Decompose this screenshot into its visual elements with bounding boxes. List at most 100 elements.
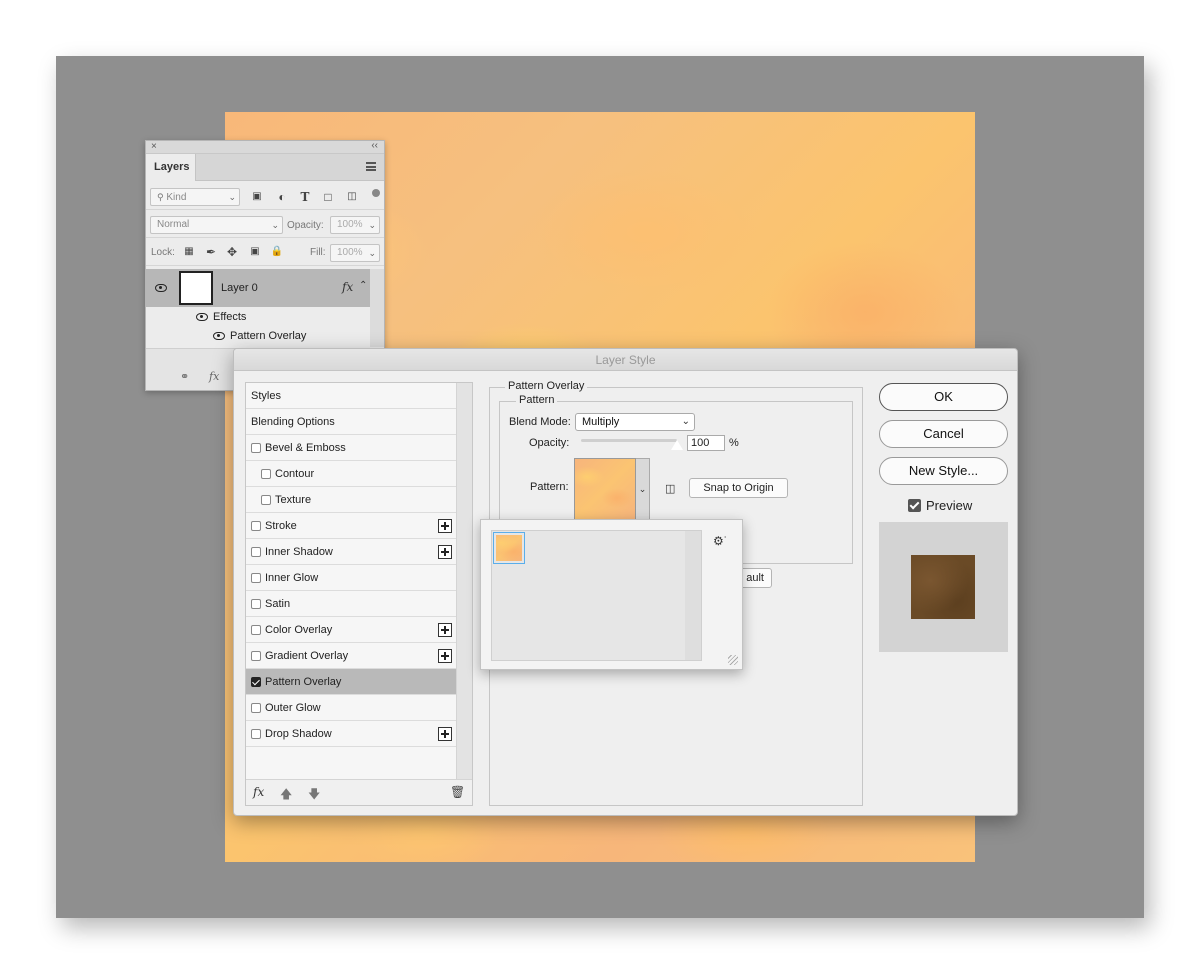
style-item[interactable]: Styles: [246, 383, 456, 409]
style-item[interactable]: Contour: [246, 461, 456, 487]
cancel-button[interactable]: Cancel: [879, 420, 1008, 448]
style-item[interactable]: Color Overlay: [246, 617, 456, 643]
style-item-label: Inner Shadow: [265, 546, 333, 558]
preview-checkbox[interactable]: [908, 499, 921, 512]
blend-mode-select[interactable]: Normal ⌄: [150, 216, 283, 234]
effect-item-label: Pattern Overlay: [230, 330, 307, 342]
artboard-icon[interactable]: ▣: [248, 245, 262, 259]
new-style-button[interactable]: New Style...: [879, 457, 1008, 485]
snap-to-origin-button[interactable]: Snap to Origin: [689, 478, 788, 498]
effects-row[interactable]: Effects: [146, 308, 370, 327]
layers-tab-row: Layers: [146, 154, 384, 181]
type-filter-icon[interactable]: T: [298, 190, 312, 204]
new-preset-icon[interactable]: ◫: [665, 482, 675, 495]
fx-icon[interactable]: fx: [253, 785, 264, 799]
smart-object-filter-icon[interactable]: ◫: [345, 190, 359, 204]
style-item-label: Contour: [275, 468, 315, 480]
move-icon[interactable]: ✥: [225, 245, 239, 259]
effect-item-row[interactable]: Pattern Overlay: [146, 327, 370, 346]
style-checkbox[interactable]: [251, 703, 261, 713]
lock-transparency-icon[interactable]: ▦: [182, 245, 196, 259]
style-checkbox[interactable]: [251, 443, 261, 453]
style-checkbox[interactable]: [251, 651, 261, 661]
opacity-slider[interactable]: [581, 439, 683, 450]
move-up-icon[interactable]: 🡅: [280, 785, 292, 806]
style-item-label: Texture: [275, 494, 312, 506]
image-filter-icon[interactable]: ▣: [250, 190, 264, 204]
lock-icon[interactable]: 🔒: [270, 245, 284, 259]
tab-layers[interactable]: Layers: [146, 154, 196, 181]
style-checkbox[interactable]: [251, 573, 261, 583]
shape-filter-icon[interactable]: □: [321, 190, 335, 204]
style-checkbox[interactable]: [251, 599, 261, 609]
dialog-title: Layer Style: [234, 349, 1017, 371]
pattern-thumbnail[interactable]: [493, 532, 525, 564]
filter-toggle-icon[interactable]: [372, 189, 380, 197]
close-icon[interactable]: ×: [151, 141, 157, 152]
opacity-field[interactable]: 100% ⌄: [330, 216, 380, 234]
brush-icon[interactable]: ✒: [204, 245, 218, 259]
layer-name[interactable]: Layer 0: [221, 282, 258, 294]
style-item[interactable]: Pattern Overlay: [246, 669, 456, 695]
panel-menu-icon[interactable]: [366, 162, 376, 171]
link-icon[interactable]: ⚭: [180, 370, 189, 383]
style-preview: [879, 522, 1008, 652]
fill-value: 100%: [337, 247, 363, 258]
layers-scrollbar[interactable]: [370, 269, 384, 347]
lock-row: Lock: ▦ ✒ ✥ ▣ 🔒 Fill: 100% ⌄: [146, 239, 384, 266]
visibility-eye-icon[interactable]: [155, 284, 167, 292]
styles-scrollbar[interactable]: [456, 383, 472, 779]
kind-filter-select[interactable]: ⚲ Kind ⌄: [150, 188, 240, 206]
style-item[interactable]: Texture: [246, 487, 456, 513]
fill-field[interactable]: 100% ⌄: [330, 244, 380, 262]
visibility-eye-icon[interactable]: [196, 313, 208, 321]
visibility-eye-icon[interactable]: [213, 332, 225, 340]
style-checkbox[interactable]: [261, 469, 271, 479]
style-item[interactable]: Inner Glow: [246, 565, 456, 591]
pattern-swatch[interactable]: [574, 458, 636, 520]
add-effect-icon[interactable]: [438, 727, 452, 741]
style-item[interactable]: Gradient Overlay: [246, 643, 456, 669]
fill-label: Fill:: [310, 247, 326, 258]
add-effect-icon[interactable]: [438, 545, 452, 559]
collapse-icon[interactable]: ‹‹: [371, 140, 378, 151]
trash-icon[interactable]: 🗑: [450, 785, 465, 799]
move-down-icon[interactable]: 🡇: [308, 785, 320, 806]
style-checkbox[interactable]: [251, 625, 261, 635]
add-effect-icon[interactable]: [438, 649, 452, 663]
add-effect-icon[interactable]: [438, 519, 452, 533]
style-checkbox[interactable]: [251, 677, 261, 687]
chevron-down-icon[interactable]: ⌄: [636, 458, 650, 520]
ok-button[interactable]: OK: [879, 383, 1008, 411]
style-item[interactable]: Stroke: [246, 513, 456, 539]
chevron-up-icon[interactable]: ⌃: [359, 280, 367, 291]
layer-row[interactable]: Layer 0 fx ⌃: [146, 269, 370, 307]
style-checkbox[interactable]: [261, 495, 271, 505]
resize-grip-icon[interactable]: [728, 655, 738, 665]
style-item[interactable]: Inner Shadow: [246, 539, 456, 565]
style-item-label: Blending Options: [251, 416, 335, 428]
style-item[interactable]: Satin: [246, 591, 456, 617]
style-checkbox[interactable]: [251, 521, 261, 531]
style-item[interactable]: Bevel & Emboss: [246, 435, 456, 461]
style-item-label: Outer Glow: [265, 702, 321, 714]
adjustment-filter-icon[interactable]: ◐: [275, 190, 289, 204]
opacity-slider-knob[interactable]: [671, 440, 683, 450]
style-item[interactable]: Drop Shadow: [246, 721, 456, 747]
filter-row: ⚲ Kind ⌄ ▣ ◐ T □ ◫: [146, 183, 384, 210]
opacity-field[interactable]: 100: [687, 435, 725, 451]
style-item[interactable]: Blending Options: [246, 409, 456, 435]
style-checkbox[interactable]: [251, 729, 261, 739]
pattern-label: Pattern:: [530, 481, 569, 493]
add-effect-icon[interactable]: [438, 623, 452, 637]
style-item-label: Inner Glow: [265, 572, 319, 584]
blend-mode-select[interactable]: Multiply ⌄: [575, 413, 695, 431]
gear-icon[interactable]: ⚙˙: [713, 534, 728, 548]
picker-scrollbar[interactable]: [685, 531, 701, 660]
fx-icon[interactable]: fx: [342, 280, 353, 294]
style-checkbox[interactable]: [251, 547, 261, 557]
pattern-grid: [491, 530, 702, 661]
chevron-down-icon: ⌄: [368, 220, 376, 230]
style-item[interactable]: Outer Glow: [246, 695, 456, 721]
fx-icon[interactable]: fx: [209, 370, 219, 383]
